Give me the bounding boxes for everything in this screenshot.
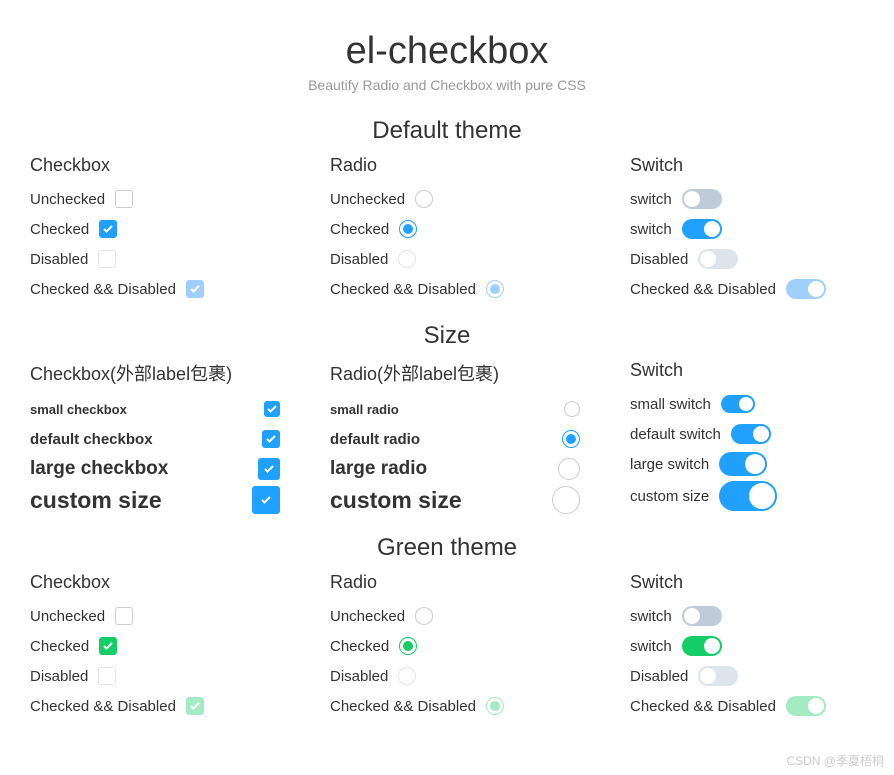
- section-title-size: Size: [30, 322, 864, 350]
- switch-label: switch: [630, 191, 672, 208]
- switch-on[interactable]: [682, 636, 722, 656]
- switch-off[interactable]: [682, 189, 722, 209]
- checkbox-label: Disabled: [30, 668, 88, 685]
- checkbox-label: Disabled: [30, 251, 88, 268]
- checkbox-checked[interactable]: [99, 637, 117, 655]
- switch-label: custom size: [630, 488, 709, 505]
- checkbox-label: Checked: [30, 221, 89, 238]
- switch-label: Checked && Disabled: [630, 698, 776, 715]
- radio-label: Checked && Disabled: [330, 698, 476, 715]
- checkbox-checked-disabled: [186, 697, 204, 715]
- radio-small[interactable]: [564, 401, 580, 417]
- section-title-green: Green theme: [30, 534, 864, 562]
- switch-custom[interactable]: [719, 481, 777, 511]
- switch-label: switch: [630, 221, 672, 238]
- checkbox-label: Checked && Disabled: [30, 281, 176, 298]
- switch-label: switch: [630, 638, 672, 655]
- switch-label: switch: [630, 608, 672, 625]
- section-title-default: Default theme: [30, 117, 864, 145]
- switch-disabled: [698, 249, 738, 269]
- column-title-checkbox: Checkbox: [30, 155, 310, 176]
- radio-default[interactable]: [562, 430, 580, 448]
- checkbox-label: custom size: [30, 487, 162, 514]
- radio-label: Checked: [330, 221, 389, 238]
- radio-label: custom size: [330, 487, 462, 514]
- radio-unchecked[interactable]: [415, 607, 433, 625]
- radio-large[interactable]: [558, 458, 580, 480]
- radio-label: large radio: [330, 458, 427, 480]
- radio-label: default radio: [330, 431, 420, 448]
- checkbox-label: Checked: [30, 638, 89, 655]
- page-subtitle: Beautify Radio and Checkbox with pure CS…: [30, 77, 864, 93]
- radio-label: Disabled: [330, 251, 388, 268]
- column-title-switch: Switch: [630, 360, 864, 381]
- checkbox-large[interactable]: [258, 458, 280, 480]
- checkbox-label: small checkbox: [30, 402, 127, 417]
- column-title-checkbox: Checkbox(外部label包裹): [30, 360, 310, 386]
- radio-label: Checked: [330, 638, 389, 655]
- checkbox-label: Unchecked: [30, 608, 105, 625]
- checkbox-label: large checkbox: [30, 458, 168, 480]
- radio-checked-disabled: [486, 280, 504, 298]
- switch-label: small switch: [630, 396, 711, 413]
- switch-disabled: [698, 666, 738, 686]
- checkbox-unchecked[interactable]: [115, 190, 133, 208]
- switch-label: Disabled: [630, 668, 688, 685]
- checkbox-default[interactable]: [262, 430, 280, 448]
- radio-label: Checked && Disabled: [330, 281, 476, 298]
- checkbox-small[interactable]: [264, 401, 280, 417]
- switch-label: Checked && Disabled: [630, 281, 776, 298]
- switch-label: default switch: [630, 426, 721, 443]
- radio-label: small radio: [330, 402, 399, 417]
- checkbox-label: Checked && Disabled: [30, 698, 176, 715]
- checkbox-checked-disabled: [186, 280, 204, 298]
- switch-checked-disabled: [786, 279, 826, 299]
- column-title-radio: Radio: [330, 155, 610, 176]
- checkbox-label: default checkbox: [30, 431, 153, 448]
- switch-default[interactable]: [731, 424, 771, 444]
- checkbox-unchecked[interactable]: [115, 607, 133, 625]
- checkbox-custom[interactable]: [252, 486, 280, 514]
- switch-off[interactable]: [682, 606, 722, 626]
- checkbox-checked[interactable]: [99, 220, 117, 238]
- radio-disabled: [398, 667, 416, 685]
- radio-checked[interactable]: [399, 637, 417, 655]
- switch-checked-disabled: [786, 696, 826, 716]
- column-title-switch: Switch: [630, 155, 864, 176]
- radio-label: Disabled: [330, 668, 388, 685]
- column-title-radio: Radio: [330, 572, 610, 593]
- radio-checked-disabled: [486, 697, 504, 715]
- radio-label: Unchecked: [330, 608, 405, 625]
- radio-label: Unchecked: [330, 191, 405, 208]
- column-title-radio: Radio(外部label包裹): [330, 360, 610, 386]
- checkbox-disabled: [98, 667, 116, 685]
- radio-unchecked[interactable]: [415, 190, 433, 208]
- switch-large[interactable]: [719, 452, 767, 476]
- page-title: el-checkbox: [30, 30, 864, 73]
- checkbox-disabled: [98, 250, 116, 268]
- switch-small[interactable]: [721, 395, 755, 413]
- radio-custom[interactable]: [552, 486, 580, 514]
- column-title-checkbox: Checkbox: [30, 572, 310, 593]
- switch-label: large switch: [630, 456, 709, 473]
- watermark: CSDN @季夏梧桐: [786, 752, 884, 769]
- switch-label: Disabled: [630, 251, 688, 268]
- radio-disabled: [398, 250, 416, 268]
- switch-on[interactable]: [682, 219, 722, 239]
- radio-checked[interactable]: [399, 220, 417, 238]
- checkbox-label: Unchecked: [30, 191, 105, 208]
- column-title-switch: Switch: [630, 572, 864, 593]
